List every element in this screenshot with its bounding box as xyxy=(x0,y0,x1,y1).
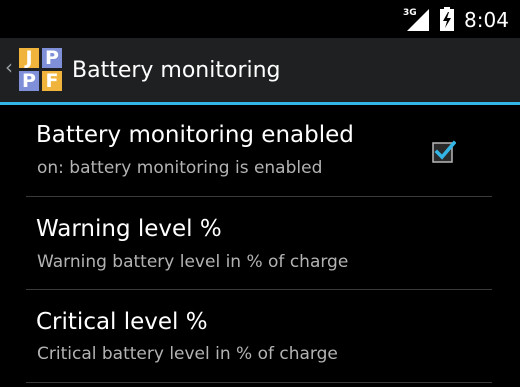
status-bar: 3G 8:04 xyxy=(0,0,520,38)
up-caret-icon[interactable]: ‹ xyxy=(5,57,13,77)
pref-critical-level[interactable]: Critical level % Critical battery level … xyxy=(0,290,520,382)
pref-summary: on: battery monitoring is enabled xyxy=(37,158,323,178)
pref-warning-level[interactable]: Warning level % Warning battery level in… xyxy=(0,197,520,289)
pref-title: Critical level % xyxy=(36,309,208,335)
signal-icon xyxy=(407,9,429,31)
battery-charging-icon xyxy=(440,7,454,31)
pref-title: Battery monitoring enabled xyxy=(36,122,354,148)
pref-title: Warning level % xyxy=(36,216,222,242)
logo-letter-p: P xyxy=(42,48,62,68)
pref-summary: Warning battery level in % of charge xyxy=(37,252,349,272)
divider xyxy=(26,382,492,383)
pref-summary: Critical battery level in % of charge xyxy=(37,344,338,364)
status-time: 8:04 xyxy=(464,8,509,32)
battery-monitoring-checkbox[interactable] xyxy=(432,139,456,163)
logo-letter-f: F xyxy=(42,71,62,91)
logo-letter-p: P xyxy=(19,71,39,91)
logo-letter-j: J xyxy=(19,48,39,68)
app-logo-icon[interactable]: J P P F xyxy=(19,48,65,94)
page-title: Battery monitoring xyxy=(72,58,281,83)
